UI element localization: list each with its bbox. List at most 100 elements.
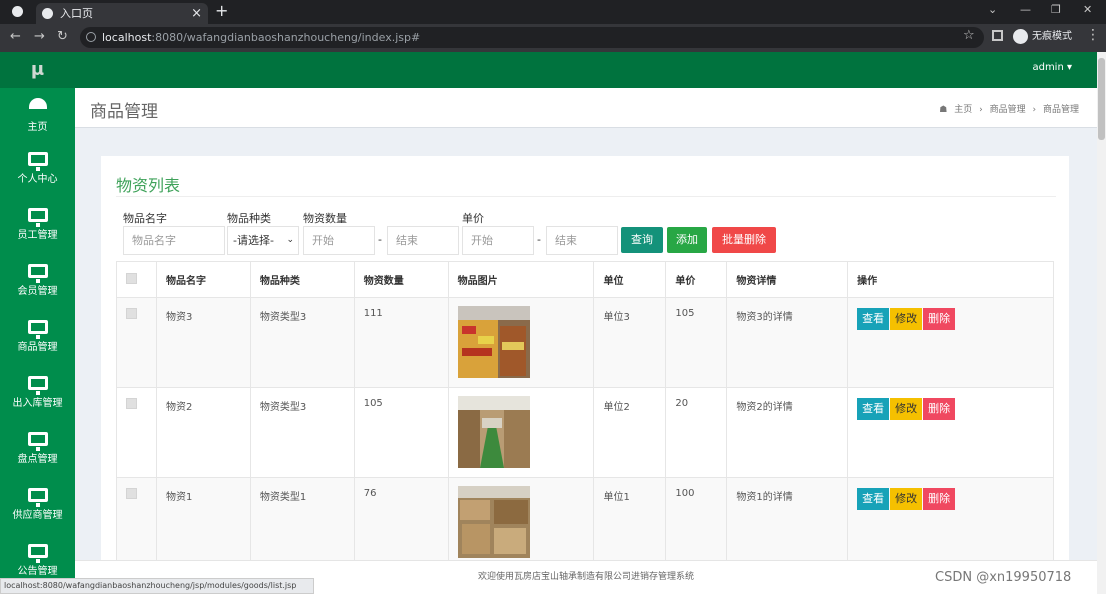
- cell-price: 20: [665, 387, 728, 478]
- sidebar-item-label: 员工管理: [17, 230, 58, 241]
- site-info-icon[interactable]: [86, 32, 96, 42]
- edit-button[interactable]: 修改: [890, 308, 923, 330]
- bookmark-star-icon[interactable]: ☆: [963, 28, 975, 43]
- breadcrumb-separator-icon: ›: [979, 105, 983, 115]
- delete-button[interactable]: 删除: [923, 308, 956, 330]
- filter-price-start[interactable]: 开始: [462, 226, 534, 255]
- sidebar-item-label: 主页: [27, 122, 48, 133]
- filter-type-select[interactable]: -请选择- ⌄: [227, 226, 299, 255]
- view-button[interactable]: 查看: [857, 488, 890, 510]
- sidebar: μ 主页 个人中心 员工管理 会员管理 商品管理 出入库管理 盘点管理 供应商管…: [0, 52, 75, 594]
- product-image[interactable]: [457, 306, 530, 378]
- sidebar-item-home[interactable]: 主页: [0, 88, 75, 144]
- dashboard-icon: [28, 98, 47, 109]
- extension-icon[interactable]: [992, 30, 1003, 41]
- column-header: 物品图片: [447, 261, 595, 298]
- product-image[interactable]: [457, 486, 530, 558]
- breadcrumb-section[interactable]: 商品管理: [990, 105, 1026, 115]
- sidebar-item-profile[interactable]: 个人中心: [0, 144, 75, 200]
- cell-name: 物资3: [155, 297, 251, 388]
- cell-unit: 单位3: [593, 297, 667, 388]
- incognito-icon: [1013, 28, 1028, 44]
- main-content: 商品管理 ☗ 主页 › 商品管理 › 商品管理 物资列表 物品名字 物品名字 物…: [75, 88, 1097, 568]
- monitor-icon: [27, 320, 48, 339]
- sidebar-item-inventory[interactable]: 盘点管理: [0, 424, 75, 480]
- incognito-indicator[interactable]: 无痕模式: [1013, 28, 1072, 46]
- cell-price: 105: [665, 297, 728, 388]
- cell-image: [447, 387, 595, 478]
- monitor-icon: [27, 544, 48, 563]
- browser-chrome: 入口页 × + ⌄ — ❐ ✕ ← → ↻ localhost:8080/waf…: [0, 0, 1106, 52]
- cell-type: 物资类型3: [249, 297, 355, 388]
- scrollbar-thumb[interactable]: [1098, 58, 1105, 140]
- delete-button[interactable]: 删除: [923, 398, 956, 420]
- add-button[interactable]: 添加: [667, 227, 707, 253]
- filter-name-input[interactable]: 物品名字: [123, 226, 225, 255]
- incognito-label: 无痕模式: [1032, 31, 1072, 42]
- breadcrumb-current: 商品管理: [1042, 105, 1079, 115]
- sidebar-item-stock-io[interactable]: 出入库管理: [0, 368, 75, 424]
- close-window-icon[interactable]: ✕: [1083, 3, 1092, 16]
- cell-actions: 查看 修改 删除: [847, 477, 1054, 568]
- minimize-icon[interactable]: —: [1020, 3, 1031, 16]
- table-row: 物资2 物资类型3 105 单位2 20 物资2的详情 查看 修改 删除: [116, 387, 1054, 478]
- new-tab-icon[interactable]: +: [215, 1, 228, 20]
- restore-icon[interactable]: ❐: [1051, 3, 1061, 16]
- browser-menu-icon[interactable]: [12, 6, 23, 17]
- forward-icon[interactable]: →: [34, 29, 45, 44]
- more-menu-icon[interactable]: ⋮: [1086, 27, 1100, 43]
- globe-icon: [42, 8, 53, 19]
- cell-actions: 查看 修改 删除: [847, 387, 1054, 478]
- column-header: 物品种类: [249, 261, 355, 298]
- filter-qty-start[interactable]: 开始: [303, 226, 375, 255]
- filter-type-label: 物品种类: [227, 212, 271, 225]
- sidebar-item-label: 出入库管理: [12, 398, 63, 409]
- app-logo[interactable]: μ: [0, 52, 75, 88]
- row-select-cell: [116, 477, 157, 568]
- filter-price-end[interactable]: 结束: [546, 226, 618, 255]
- query-button[interactable]: 查询: [621, 227, 663, 253]
- filter-qty-label: 物资数量: [303, 212, 347, 225]
- monitor-icon: [27, 376, 48, 395]
- product-image[interactable]: [457, 396, 530, 468]
- cell-name: 物资1: [155, 477, 251, 568]
- browser-tab[interactable]: 入口页 ×: [36, 3, 208, 24]
- monitor-icon: [27, 432, 48, 451]
- edit-button[interactable]: 修改: [890, 398, 923, 420]
- row-checkbox[interactable]: [126, 488, 137, 499]
- sidebar-item-members[interactable]: 会员管理: [0, 256, 75, 312]
- cell-type: 物资类型1: [249, 477, 355, 568]
- delete-button[interactable]: 删除: [923, 488, 956, 510]
- cell-price: 100: [665, 477, 728, 568]
- sidebar-item-goods[interactable]: 商品管理: [0, 312, 75, 368]
- column-header: 单位: [593, 261, 667, 298]
- breadcrumb-separator-icon: ›: [1032, 105, 1037, 115]
- page-scrollbar[interactable]: [1097, 52, 1106, 594]
- sidebar-item-suppliers[interactable]: 供应商管理: [0, 480, 75, 536]
- address-bar[interactable]: localhost:8080/wafangdianbaoshanzhouchen…: [80, 27, 984, 48]
- sidebar-item-label: 个人中心: [17, 174, 58, 185]
- row-checkbox[interactable]: [126, 398, 137, 409]
- panel-divider: [116, 196, 1056, 197]
- filter-name-label: 物品名字: [123, 212, 167, 225]
- url-host: localhost: [102, 31, 152, 44]
- view-button[interactable]: 查看: [857, 308, 890, 330]
- tab-search-icon[interactable]: ⌄: [988, 3, 997, 16]
- user-menu[interactable]: admin ▾: [1032, 62, 1072, 73]
- breadcrumb-home[interactable]: 主页: [954, 105, 972, 115]
- tab-title: 入口页: [60, 7, 93, 20]
- close-tab-icon[interactable]: ×: [191, 3, 202, 24]
- sidebar-item-staff[interactable]: 员工管理: [0, 200, 75, 256]
- select-all-cell: [116, 261, 157, 298]
- select-all-checkbox[interactable]: [126, 272, 137, 284]
- reload-icon[interactable]: ↻: [57, 29, 68, 44]
- back-icon[interactable]: ←: [10, 29, 21, 44]
- edit-button[interactable]: 修改: [890, 488, 923, 510]
- row-checkbox[interactable]: [126, 308, 137, 319]
- url-path: :8080/wafangdianbaoshanzhoucheng/index.j…: [151, 31, 421, 44]
- batch-delete-button[interactable]: 批量删除: [712, 227, 776, 253]
- sidebar-item-label: 公告管理: [17, 566, 58, 577]
- view-button[interactable]: 查看: [857, 398, 890, 420]
- cell-detail: 物资1的详情: [726, 477, 849, 568]
- filter-qty-end[interactable]: 结束: [387, 226, 459, 255]
